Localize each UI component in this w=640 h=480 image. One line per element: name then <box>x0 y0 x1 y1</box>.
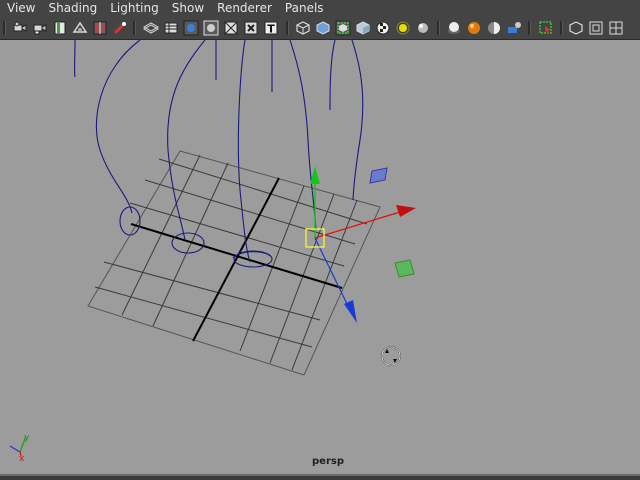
grid-axis-lines <box>130 177 343 342</box>
menu-lighting[interactable]: Lighting <box>103 0 165 17</box>
smooth-shade-icon[interactable] <box>183 20 199 36</box>
select-camera-icon[interactable] <box>12 20 28 36</box>
menu-shading[interactable]: Shading <box>41 0 103 17</box>
camera-attributes-icon[interactable] <box>32 20 48 36</box>
area-light-blue[interactable] <box>369 167 388 184</box>
two-pane-icon[interactable] <box>588 20 604 36</box>
toolbar-separator <box>133 21 136 35</box>
anti-alias-icon[interactable] <box>415 20 431 36</box>
backface-culling-icon[interactable] <box>355 20 371 36</box>
default-material-icon[interactable] <box>335 20 351 36</box>
toolbar-separator <box>560 21 563 35</box>
bookmarks-icon[interactable] <box>52 20 68 36</box>
toolbar-separator <box>286 21 289 35</box>
scene-canvas[interactable]: y x <box>0 40 640 475</box>
shadows-icon[interactable]: T <box>263 20 279 36</box>
menu-show[interactable]: Show <box>165 0 210 17</box>
toolbar-separator <box>3 21 6 35</box>
curve-circle-1 <box>119 206 141 236</box>
two-panel-icon[interactable] <box>486 20 502 36</box>
curve-5 <box>237 40 251 263</box>
four-pane-icon[interactable] <box>608 20 624 36</box>
curve-2 <box>95 40 141 214</box>
curve-9 <box>351 40 364 201</box>
axis-x-label: x <box>19 454 25 464</box>
resolution-gate-icon[interactable] <box>143 20 159 36</box>
use-all-lights-icon[interactable] <box>243 20 259 36</box>
manip-z-arrow <box>344 300 357 323</box>
textured-icon[interactable] <box>223 20 239 36</box>
isolate-select-icon[interactable] <box>295 20 311 36</box>
wireframe-icon[interactable] <box>163 20 179 36</box>
manip-x-arrow <box>396 205 416 217</box>
manip-x-axis <box>314 211 401 239</box>
depth-of-field-icon[interactable] <box>446 20 462 36</box>
image-plane-icon[interactable] <box>72 20 88 36</box>
svg-text:T: T <box>267 23 275 36</box>
panel-menu-bar: View Shading Lighting Show Renderer Pane… <box>0 0 640 17</box>
toolbar-separator <box>437 21 440 35</box>
highlight-selection-icon[interactable] <box>538 20 554 36</box>
wireframe-on-shaded-icon[interactable] <box>203 20 219 36</box>
manip-y-arrow <box>310 166 320 184</box>
area-light-green[interactable] <box>394 259 415 278</box>
xray-icon[interactable] <box>315 20 331 36</box>
grid-icon[interactable] <box>92 20 108 36</box>
move-manipulator[interactable] <box>305 166 416 323</box>
camera-name-label: persp <box>312 456 344 467</box>
panel-toolbar: T <box>0 17 640 40</box>
ambient-occlusion-icon[interactable] <box>375 20 391 36</box>
menu-panels[interactable]: Panels <box>278 0 330 17</box>
four-panel-icon[interactable] <box>506 20 522 36</box>
film-gate-icon[interactable] <box>112 20 128 36</box>
maya-viewport-window: View Shading Lighting Show Renderer Pane… <box>0 0 640 480</box>
perspective-viewport[interactable]: y x <box>0 40 640 475</box>
axis-y-label: y <box>24 433 30 443</box>
menu-renderer[interactable]: Renderer <box>210 0 278 17</box>
view-axis-indicator: y x <box>9 433 30 464</box>
toolbar-separator <box>528 21 531 35</box>
motion-blur-icon[interactable] <box>395 20 411 36</box>
viewport-bottom-border <box>0 474 640 480</box>
tumble-cursor-icon <box>381 346 401 366</box>
curve-8 <box>329 40 336 111</box>
highlight-icon[interactable] <box>466 20 482 36</box>
single-pane-icon[interactable] <box>568 20 584 36</box>
menu-view[interactable]: View <box>0 0 41 17</box>
